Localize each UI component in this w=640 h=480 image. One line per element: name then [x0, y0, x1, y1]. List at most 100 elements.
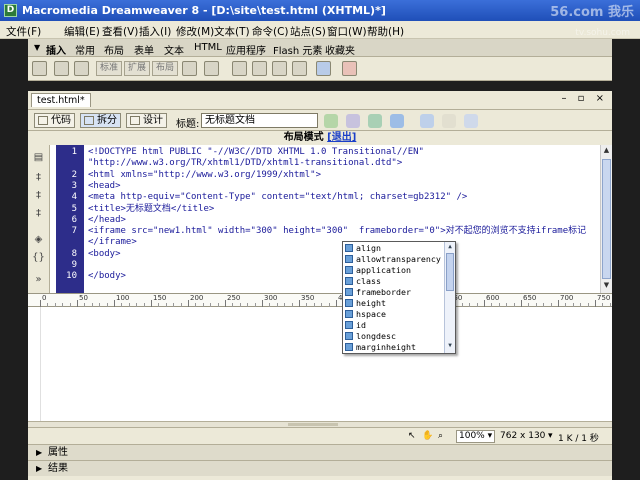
frame-icon[interactable] — [74, 61, 89, 76]
document-tab[interactable]: test.html* — [31, 93, 91, 107]
refresh-icon[interactable] — [420, 114, 434, 128]
insert-column-right-icon[interactable] — [292, 61, 307, 76]
standard-mode-button[interactable]: 标准 — [96, 61, 123, 76]
collapse-arrow-icon[interactable]: ▼ — [34, 43, 40, 52]
code-hint-item[interactable]: marginheight — [345, 342, 416, 353]
scroll-thumb[interactable] — [602, 159, 611, 279]
code-hint-label: marginheight — [356, 342, 416, 352]
code-hint-item[interactable]: allowtransparency — [345, 254, 441, 265]
code-hint-scrollbar[interactable]: ▲ ▼ — [444, 242, 455, 353]
tab-html[interactable]: HTML — [194, 42, 222, 53]
table-icon[interactable] — [32, 61, 47, 76]
window-controls[interactable]: – ▫ × — [561, 93, 608, 104]
properties-panel-header[interactable]: ▶ 属性 — [28, 444, 612, 460]
insert-column-left-icon[interactable] — [272, 61, 287, 76]
attribute-icon — [345, 266, 353, 274]
frames-icon[interactable] — [316, 61, 331, 76]
results-panel-header[interactable]: ▶ 结果 — [28, 460, 612, 476]
code-hint-popup[interactable]: align allowtransparency application class fr… — [342, 241, 456, 354]
ruler-label: 250 — [227, 294, 241, 302]
ruler-tick — [114, 300, 115, 307]
scroll-up-arrow-icon[interactable]: ▲ — [602, 146, 611, 157]
code-view-button[interactable]: 代码 — [34, 113, 75, 128]
zoom-tool-icon[interactable]: ⌕ — [438, 431, 443, 441]
more-icon[interactable]: » — [32, 273, 45, 286]
code-hint-item[interactable]: align — [345, 243, 381, 254]
ruler-guide — [40, 307, 41, 421]
code-editor[interactable]: 1 2 3 4 5 6 7 8 9 10 <!DOCTYPE html PUBLIC "-//W3… — [50, 145, 600, 293]
menu-site[interactable]: 站点(S) — [290, 24, 326, 39]
preview-in-browser-icon[interactable] — [368, 114, 382, 128]
visual-aids-icon[interactable] — [464, 114, 478, 128]
expand-all-icon[interactable]: ‡ — [32, 207, 45, 220]
code-hint-item[interactable]: id — [345, 320, 366, 331]
open-documents-icon[interactable]: ▤ — [32, 151, 45, 164]
menu-help[interactable]: 帮助(H) — [367, 24, 404, 39]
dreamweaver-logo-icon: D — [4, 4, 17, 17]
collapse-selection-icon[interactable]: ‡ — [32, 189, 45, 202]
window-size[interactable]: 762 x 130 — [500, 431, 545, 441]
zoom-select[interactable]: 100% ▾ — [456, 430, 496, 443]
splitter-handle[interactable] — [288, 423, 338, 426]
tab-flash-elements[interactable]: Flash 元素 — [273, 42, 322, 57]
ruler-label: 700 — [560, 294, 574, 302]
code-hint-item[interactable]: class — [345, 276, 381, 287]
file-management-icon[interactable] — [346, 114, 360, 128]
insert-row-above-icon[interactable] — [232, 61, 247, 76]
layout-mode-button[interactable]: 布局 — [152, 61, 179, 76]
menu-window[interactable]: 窗口(W) — [327, 24, 367, 39]
hint-scroll-up-icon[interactable]: ▲ — [445, 243, 455, 253]
menu-file[interactable]: 文件(F) — [6, 24, 41, 39]
hand-tool-icon[interactable]: ✋ — [422, 431, 433, 441]
menu-edit[interactable]: 编辑(E) — [64, 24, 100, 39]
globe-icon[interactable] — [390, 114, 404, 128]
line-number: 9 — [71, 260, 77, 270]
tab-layout[interactable]: 布局 — [104, 42, 124, 57]
hint-scroll-down-icon[interactable]: ▼ — [445, 342, 455, 352]
layer-icon[interactable] — [54, 61, 69, 76]
tab-text[interactable]: 文本 — [164, 42, 184, 57]
ruler-tick — [188, 300, 189, 307]
menu-modify[interactable]: 修改(M) — [176, 24, 214, 39]
split-view-button[interactable]: 拆分 — [80, 113, 121, 128]
menu-commands[interactable]: 命令(C) — [252, 24, 289, 39]
menu-insert[interactable]: 插入(I) — [139, 24, 171, 39]
tab-forms[interactable]: 表单 — [134, 42, 154, 57]
code-hint-item[interactable]: application — [345, 265, 411, 276]
tab-application[interactable]: 应用程序 — [226, 42, 266, 57]
hint-scroll-thumb[interactable] — [446, 253, 454, 291]
expanded-mode-button[interactable]: 扩展 — [124, 61, 151, 76]
draw-table-icon[interactable] — [182, 61, 197, 76]
no-browser-check-icon[interactable] — [324, 114, 338, 128]
design-view[interactable] — [28, 307, 612, 421]
exit-layout-mode-link[interactable]: [退出] — [327, 132, 356, 143]
watermark: 56.com 我乐 — [550, 5, 634, 20]
scroll-down-arrow-icon[interactable]: ▼ — [602, 281, 611, 292]
code-line: </body> — [88, 271, 126, 282]
tab-favorites[interactable]: 收藏夹 — [325, 42, 355, 57]
balance-braces-icon[interactable]: {} — [32, 251, 45, 264]
title-bar: D Macromedia Dreamweaver 8 - [D:\site\te… — [0, 0, 640, 21]
view-options-icon[interactable] — [442, 114, 456, 128]
select-parent-tag-icon[interactable]: ◈ — [32, 233, 45, 246]
code-scrollbar[interactable]: ▲ ▼ — [600, 145, 612, 293]
collapse-tag-icon[interactable]: ‡ — [32, 171, 45, 184]
insert-label[interactable]: 插入 — [46, 42, 66, 57]
select-tool-icon[interactable]: ↖ — [408, 431, 416, 441]
insert-row-below-icon[interactable] — [252, 61, 267, 76]
code-line: <body> — [88, 248, 121, 259]
code-hint-item[interactable]: hspace — [345, 309, 386, 320]
menu-text[interactable]: 文本(T) — [214, 24, 250, 39]
document-title-input[interactable]: 无标题文档 — [201, 113, 318, 128]
properties-label: 属性 — [48, 447, 68, 458]
draw-cell-icon[interactable] — [204, 61, 219, 76]
code-hint-item[interactable]: frameborder — [345, 287, 411, 298]
design-view-button[interactable]: 设计 — [126, 113, 167, 128]
menu-view[interactable]: 查看(V) — [102, 24, 138, 39]
ruler: 0501001502002503003504004505005506006507… — [28, 293, 612, 307]
code-hint-item[interactable]: longdesc — [345, 331, 396, 342]
code-hint-item[interactable]: height — [345, 298, 386, 309]
tag-chooser-icon[interactable] — [342, 61, 357, 76]
tab-common[interactable]: 常用 — [75, 42, 95, 57]
code-hint-label: height — [356, 298, 386, 308]
